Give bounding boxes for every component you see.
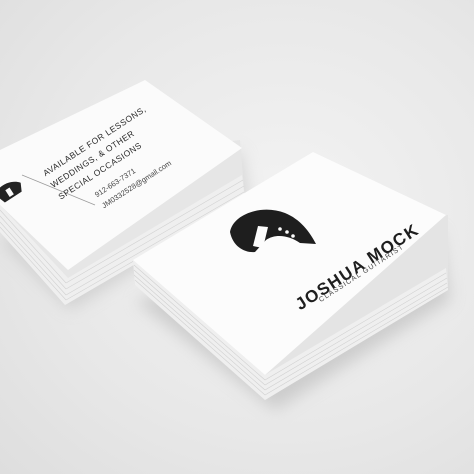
business-card-photo: AVAILABLE FOR LESSONS, WEDDINGS, & OTHER… — [0, 0, 474, 474]
